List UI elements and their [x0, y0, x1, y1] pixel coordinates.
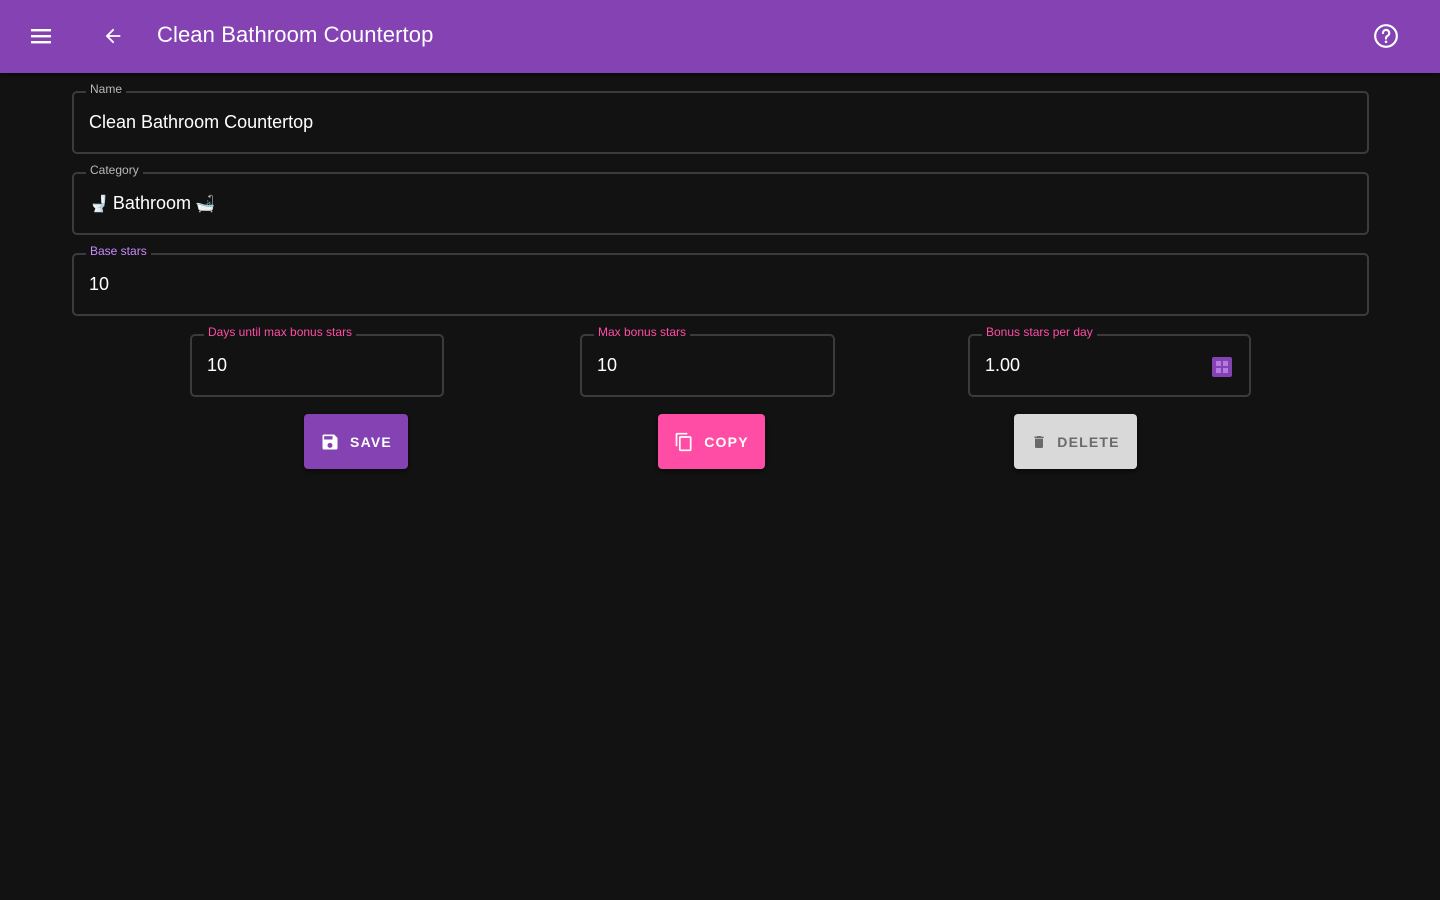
name-value: Clean Bathroom Countertop: [89, 112, 314, 132]
delete-label: DELETE: [1057, 433, 1120, 450]
base-stars-field[interactable]: Base stars 10: [72, 244, 1369, 316]
bathtub-icon: 🛁: [194, 195, 215, 213]
delete-button[interactable]: DELETE: [1014, 414, 1137, 469]
menu-icon: [31, 29, 51, 44]
calculator-icon[interactable]: [1212, 357, 1232, 377]
help-button[interactable]: [1366, 16, 1406, 56]
arrow-back-icon: [105, 28, 121, 44]
category-value: Bathroom: [112, 193, 191, 213]
trash-icon: [1034, 435, 1044, 448]
base-stars-label: Base stars: [86, 244, 151, 258]
save-label: SAVE: [350, 433, 392, 450]
save-button[interactable]: SAVE: [304, 414, 408, 469]
copy-button[interactable]: COPY: [658, 414, 765, 469]
category-value-wrap: 🚽 Bathroom 🛁: [89, 193, 215, 214]
days-until-max-label: Days until max bonus stars: [204, 325, 357, 339]
category-field[interactable]: Category 🚽 Bathroom 🛁: [72, 163, 1369, 235]
app-bar: Clean Bathroom Countertop: [0, 0, 1440, 73]
copy-icon: [675, 432, 692, 451]
name-label: Name: [86, 82, 127, 96]
menu-button[interactable]: [21, 16, 61, 56]
base-stars-value: 10: [89, 274, 110, 294]
name-field[interactable]: Name Clean Bathroom Countertop: [72, 82, 1369, 154]
category-label: Category: [86, 163, 143, 177]
bonus-per-day-value: 1.00: [985, 355, 1021, 375]
bonus-per-day-label: Bonus stars per day: [982, 325, 1097, 339]
copy-label: COPY: [704, 433, 749, 450]
back-button[interactable]: [93, 16, 133, 56]
max-bonus-field[interactable]: Max bonus stars 10: [580, 325, 835, 397]
help-circle-icon: [1374, 24, 1398, 48]
toilet-icon: 🚽: [89, 195, 109, 213]
days-until-max-field[interactable]: Days until max bonus stars 10: [190, 325, 444, 397]
max-bonus-value: 10: [597, 355, 618, 375]
page-title: Clean Bathroom Countertop: [157, 22, 434, 47]
max-bonus-label: Max bonus stars: [594, 325, 691, 339]
days-until-max-value: 10: [207, 355, 228, 375]
save-icon: [322, 434, 338, 449]
bonus-per-day-field[interactable]: Bonus stars per day 1.00: [968, 325, 1251, 397]
